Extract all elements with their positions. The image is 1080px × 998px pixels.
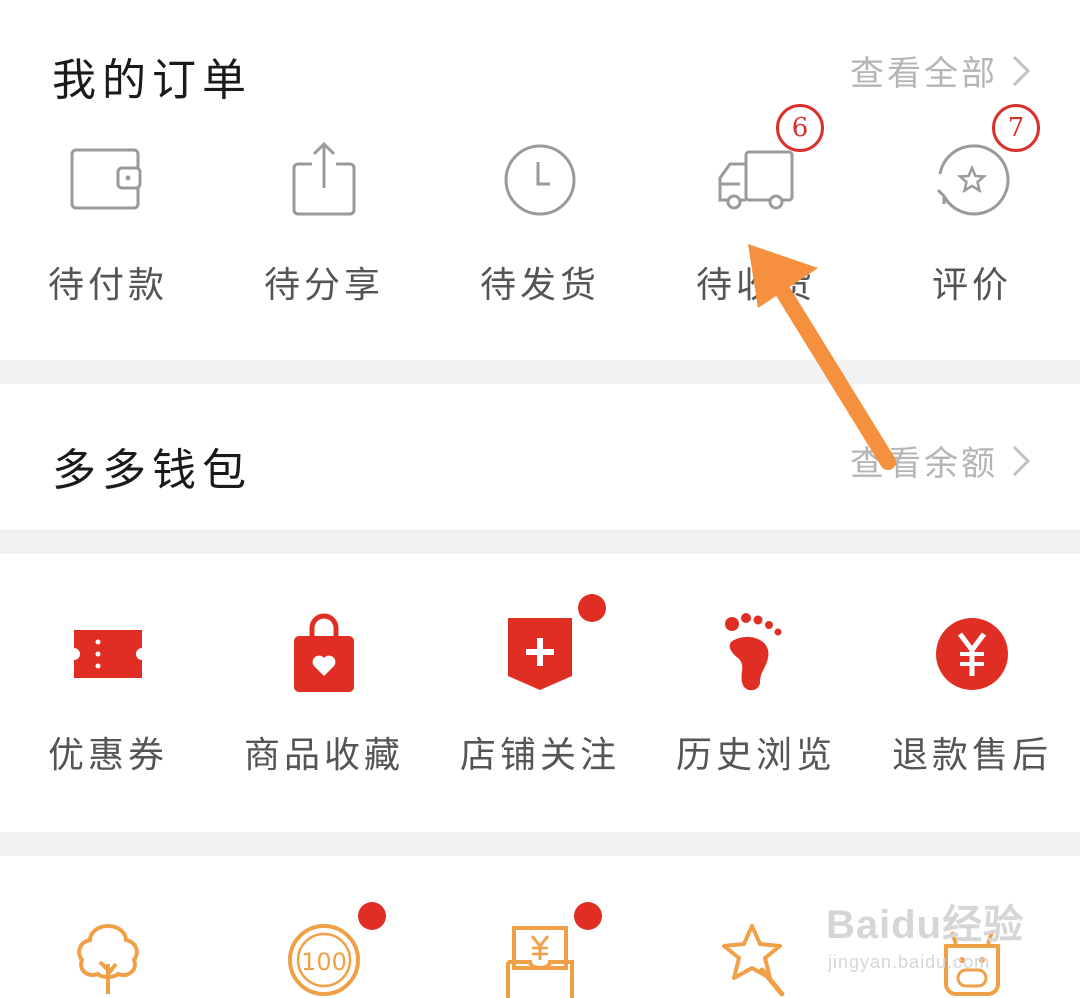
delivery-truck-icon <box>718 150 794 210</box>
service-refund[interactable]: 退款售后 <box>864 604 1080 814</box>
view-all-orders-link[interactable]: 查看全部 <box>850 46 1032 95</box>
services-section: 优惠券 商品收藏 店铺关注 历史浏览 退款售后 <box>0 554 1080 832</box>
chevron-right-icon <box>1012 445 1031 476</box>
watermark-sub: jingyan.baidu.com <box>828 952 991 972</box>
notification-dot <box>358 902 386 930</box>
chevron-right-icon <box>1012 55 1031 86</box>
order-label: 待分享 <box>263 265 384 306</box>
order-pending-share[interactable]: 待分享 <box>216 130 432 330</box>
orders-title: 我的订单 <box>52 55 252 106</box>
refund-yen-icon <box>936 618 1008 690</box>
yen-envelope-icon <box>506 926 574 998</box>
order-label: 待发货 <box>479 265 600 306</box>
more-item-tree[interactable] <box>0 912 216 998</box>
tree-icon <box>77 923 139 994</box>
order-review[interactable]: 7 评价 <box>864 104 1080 330</box>
order-label: 评价 <box>931 265 1012 306</box>
service-browsing-history[interactable]: 历史浏览 <box>648 604 864 814</box>
order-label: 待收货 <box>695 265 816 306</box>
service-coupons[interactable]: 优惠券 <box>0 604 216 814</box>
baidu-watermark: Baidu经验 jingyan.baidu.com <box>826 880 1026 990</box>
order-label: 待付款 <box>47 265 168 306</box>
favorite-bag-icon <box>294 613 354 692</box>
notification-dot <box>574 902 602 930</box>
notification-dot <box>578 594 606 622</box>
review-star-icon <box>936 144 1010 216</box>
review-count-badge: 7 <box>992 104 1040 152</box>
share-icon <box>292 141 356 216</box>
order-pending-payment[interactable]: 待付款 <box>0 130 216 330</box>
svg-text:100: 100 <box>301 948 347 976</box>
view-balance-label: 查看余额 <box>850 444 998 484</box>
service-label: 商品收藏 <box>243 735 404 776</box>
wallet-icon <box>70 148 142 210</box>
more-item-red-packet[interactable] <box>432 902 648 998</box>
section-divider <box>0 530 1080 554</box>
view-all-label: 查看全部 <box>850 54 998 94</box>
wallet-title: 多多钱包 <box>52 445 252 496</box>
order-pending-receipt[interactable]: 6 待收货 <box>648 104 864 330</box>
service-favorites[interactable]: 商品收藏 <box>216 604 432 814</box>
clock-icon <box>504 144 576 216</box>
service-label: 退款售后 <box>891 735 1052 776</box>
wallet-section[interactable]: 多多钱包 查看余额 <box>0 384 1080 530</box>
receipt-count-badge: 6 <box>776 104 824 152</box>
service-label: 店铺关注 <box>459 735 620 776</box>
service-label: 优惠券 <box>47 735 168 776</box>
watermark-main: Baidu经验 <box>826 903 1025 947</box>
orders-section: 我的订单 查看全部 待付款 待分享 待发货 6 待收货 7 评价 <box>0 0 1080 360</box>
service-label: 历史浏览 <box>675 735 836 776</box>
section-divider <box>0 832 1080 856</box>
more-item-coin[interactable]: 100 <box>216 902 432 998</box>
coin-100-icon: 100 <box>288 924 360 996</box>
store-follow-icon <box>508 618 572 690</box>
view-balance-link[interactable]: 查看余额 <box>850 436 1032 485</box>
service-followed-stores[interactable]: 店铺关注 <box>432 594 648 814</box>
footprint-icon <box>725 613 782 691</box>
order-pending-shipment[interactable]: 待发货 <box>432 130 648 330</box>
coupon-icon <box>74 630 142 678</box>
section-divider <box>0 360 1080 384</box>
magic-wand-star-icon <box>722 924 785 997</box>
